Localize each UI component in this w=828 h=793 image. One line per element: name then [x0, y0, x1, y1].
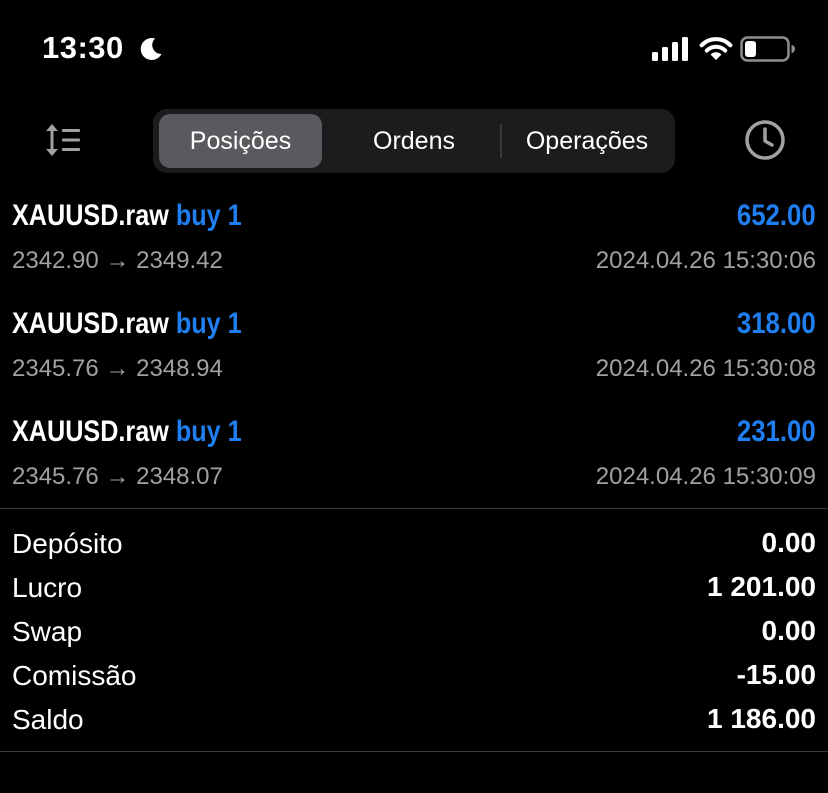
position-time: 2024.04.26 15:30:09 [595, 463, 816, 490]
summary-row-deposito: Depósito 0.00 [0, 522, 828, 566]
position-row[interactable]: XAUUSD.raw buy 1 652.00 2342.90 → 2349.4… [0, 190, 828, 298]
summary-label: Lucro [12, 572, 83, 603]
positions-list: XAUUSD.raw buy 1 652.00 2342.90 → 2349.4… [0, 190, 828, 514]
history-button[interactable] [742, 117, 788, 163]
divider [0, 751, 828, 752]
battery-icon [740, 36, 795, 62]
summary-row-comissao: Comissão -15.00 [0, 654, 828, 698]
position-prices: 2342.90 → 2349.42 [12, 247, 223, 274]
summary-row-swap: Swap 0.00 [0, 610, 828, 654]
position-symbol: XAUUSD.raw [12, 199, 169, 232]
position-side: buy 1 [175, 199, 242, 232]
summary-row-lucro: Lucro 1 201.00 [0, 566, 828, 610]
divider [0, 508, 828, 509]
position-profit: 318.00 [737, 307, 816, 340]
summary-value: 0.00 [761, 527, 817, 558]
summary-label: Comissão [12, 660, 137, 691]
position-time: 2024.04.26 15:30:08 [595, 355, 816, 382]
summary-value: 1 201.00 [707, 571, 816, 602]
position-prices: 2345.76 → 2348.94 [12, 355, 223, 382]
tab-posicoes[interactable]: Posições [159, 114, 322, 168]
position-profit: 652.00 [737, 199, 816, 232]
summary-label: Saldo [12, 704, 84, 735]
tab-operacoes[interactable]: Operações [501, 114, 673, 168]
position-side: buy 1 [175, 415, 242, 448]
position-symbol: XAUUSD.raw [12, 415, 169, 448]
summary-value: -15.00 [736, 659, 816, 690]
position-row[interactable]: XAUUSD.raw buy 1 318.00 2345.76 → 2348.9… [0, 298, 828, 406]
tab-ordens[interactable]: Ordens [328, 114, 500, 168]
position-profit: 231.00 [737, 415, 816, 448]
summary-value: 0.00 [761, 615, 817, 646]
summary-label: Swap [12, 616, 83, 647]
position-prices: 2345.76 → 2348.07 [12, 463, 223, 490]
cellular-signal-icon [652, 37, 688, 61]
position-title: XAUUSD.raw buy 1 [12, 307, 242, 341]
position-title: XAUUSD.raw buy 1 [12, 415, 242, 449]
position-title: XAUUSD.raw buy 1 [12, 199, 242, 233]
moon-icon [140, 37, 162, 60]
status-time: 13:30 [42, 30, 124, 65]
summary-label: Depósito [12, 528, 123, 559]
wifi-icon [699, 37, 733, 60]
sort-icon [46, 124, 80, 156]
position-symbol: XAUUSD.raw [12, 307, 169, 340]
position-time: 2024.04.26 15:30:06 [595, 247, 816, 274]
sort-button[interactable] [42, 118, 86, 162]
tab-selector: Posições Ordens Operações [153, 109, 675, 173]
clock-icon [745, 120, 785, 160]
summary-value: 1 186.00 [707, 703, 816, 734]
position-row[interactable]: XAUUSD.raw buy 1 231.00 2345.76 → 2348.0… [0, 406, 828, 514]
account-summary: Depósito 0.00 Lucro 1 201.00 Swap 0.00 C… [0, 522, 828, 742]
position-side: buy 1 [175, 307, 242, 340]
status-bar: 13:30 [0, 0, 828, 100]
summary-row-saldo: Saldo 1 186.00 [0, 698, 828, 742]
